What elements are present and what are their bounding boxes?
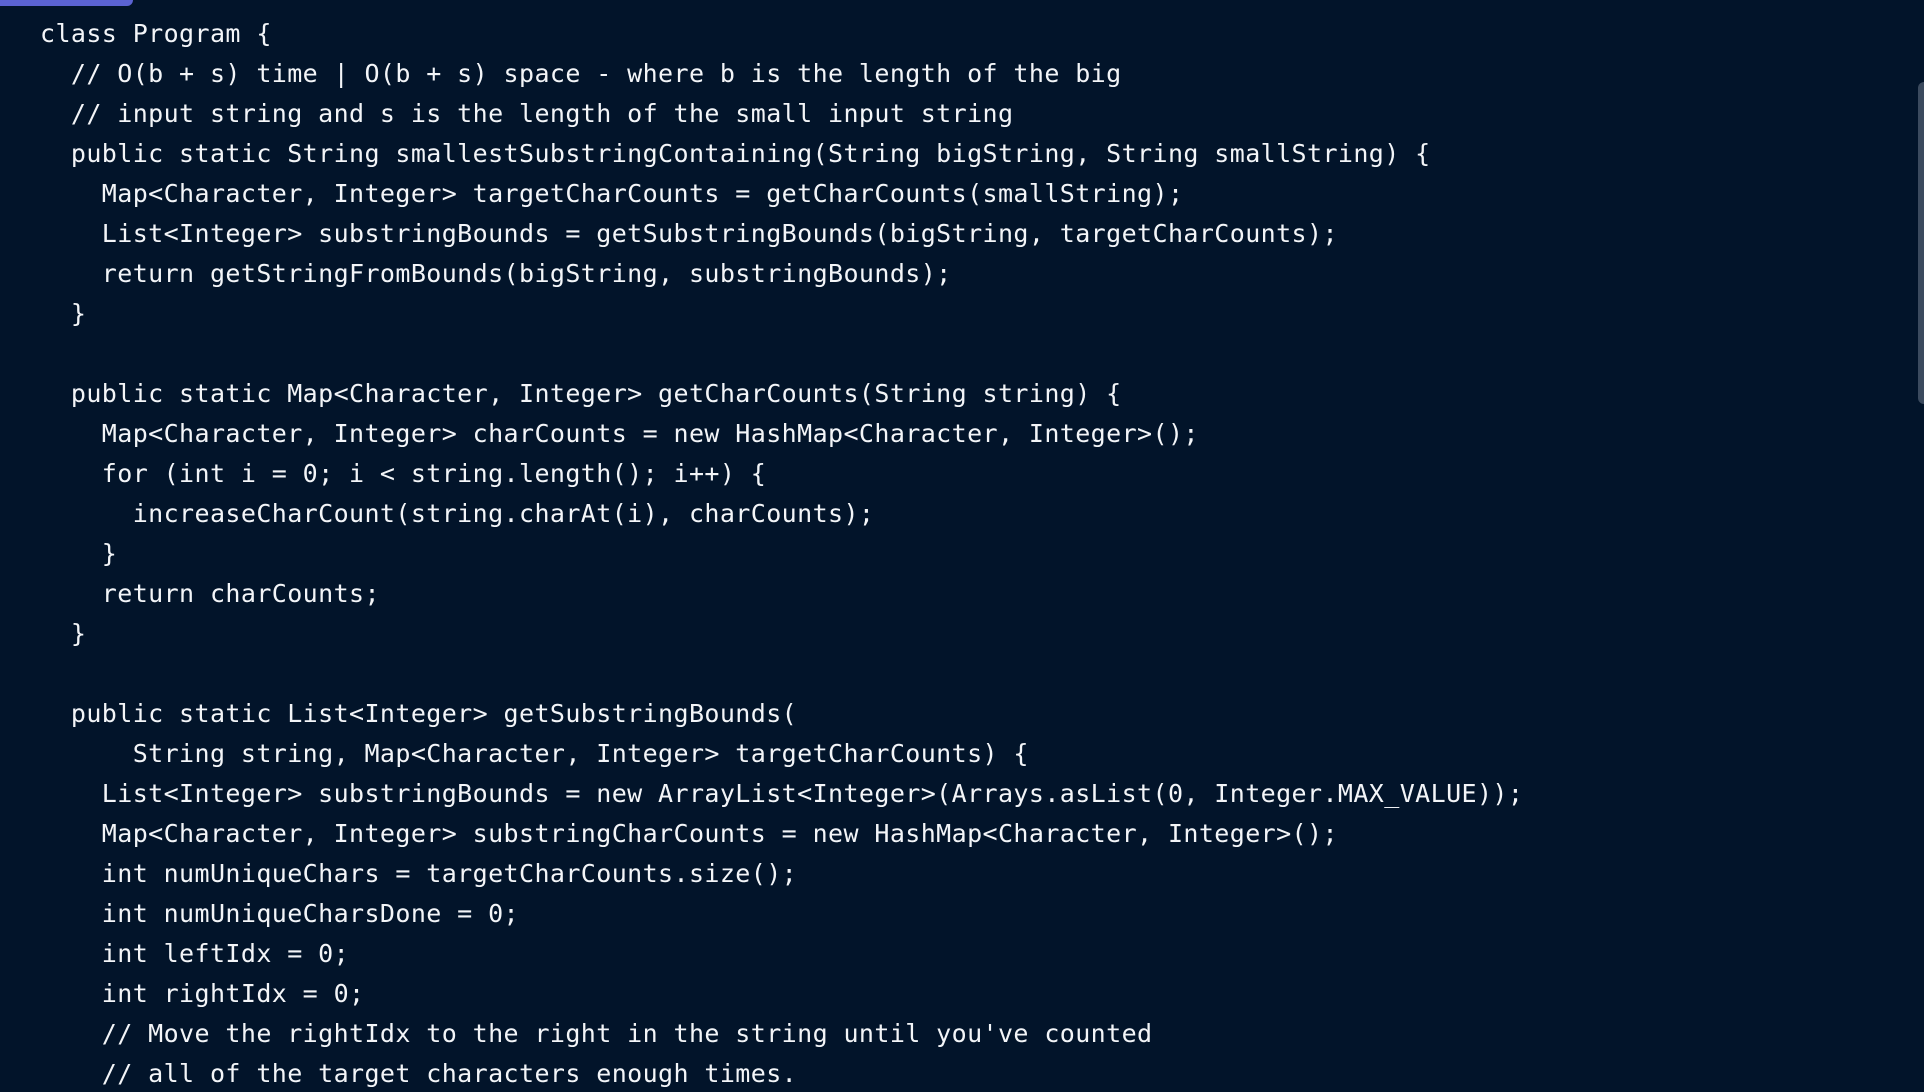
code-line: List<Integer> substringBounds = getSubst… [40,219,1338,248]
code-viewer[interactable]: class Program { // O(b + s) time | O(b +… [40,14,1884,1092]
code-line: Map<Character, Integer> targetCharCounts… [40,179,1184,208]
code-line: } [40,539,118,568]
code-line: // Move the rightIdx to the right in the… [40,1019,1153,1048]
code-line: Map<Character, Integer> substringCharCou… [40,819,1338,848]
code-line: int numUniqueChars = targetCharCounts.si… [40,859,798,888]
code-line: String string, Map<Character, Integer> t… [40,739,1029,768]
code-line: public static Map<Character, Integer> ge… [40,379,1122,408]
code-line: return getStringFromBounds(bigString, su… [40,259,952,288]
code-line: return charCounts; [40,579,380,608]
code-line: List<Integer> substringBounds = new Arra… [40,779,1524,808]
code-line: // input string and s is the length of t… [40,99,1014,128]
code-line: class Program { [40,19,272,48]
active-tab-indicator [0,0,133,6]
code-lines: class Program { // O(b + s) time | O(b +… [40,14,1884,1092]
code-line: int numUniqueCharsDone = 0; [40,899,519,928]
code-line: // all of the target characters enough t… [40,1059,798,1088]
code-line: Map<Character, Integer> charCounts = new… [40,419,1199,448]
code-line: int rightIdx = 0; [40,979,365,1008]
code-line: increaseCharCount(string.charAt(i), char… [40,499,875,528]
code-line: } [40,619,87,648]
code-line: public static List<Integer> getSubstring… [40,699,798,728]
code-line: for (int i = 0; i < string.length(); i++… [40,459,767,488]
code-line: int leftIdx = 0; [40,939,350,968]
code-line: public static String smallestSubstringCo… [40,139,1431,168]
vertical-scrollbar-thumb[interactable] [1918,82,1924,404]
code-line: } [40,299,87,328]
code-line: // O(b + s) time | O(b + s) space - wher… [40,59,1122,88]
